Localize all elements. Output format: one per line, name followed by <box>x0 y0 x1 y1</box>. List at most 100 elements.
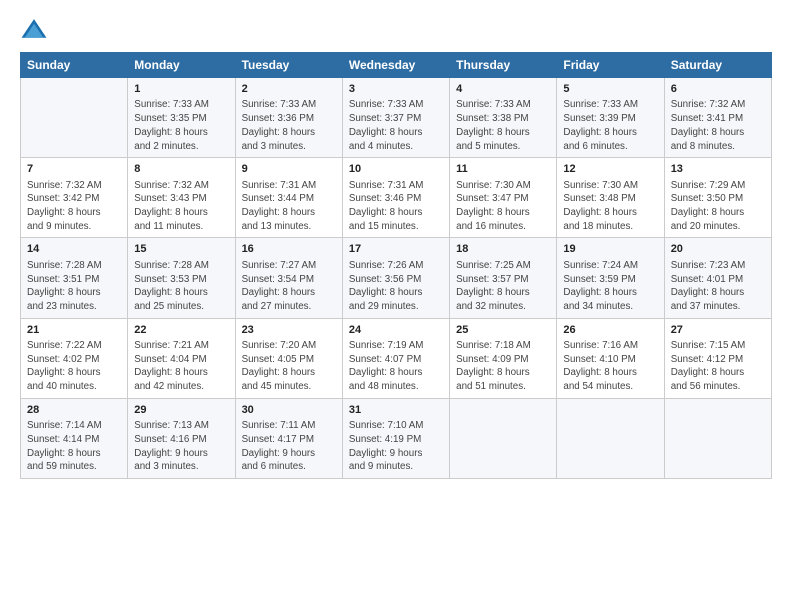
col-header-sunday: Sunday <box>21 53 128 78</box>
day-number: 27 <box>671 323 765 338</box>
calendar-cell: 20Sunrise: 7:23 AMSunset: 4:01 PMDayligh… <box>664 238 771 318</box>
calendar-header: SundayMondayTuesdayWednesdayThursdayFrid… <box>21 53 772 78</box>
logo-icon <box>20 16 48 44</box>
day-number: 13 <box>671 162 765 177</box>
day-info: Sunrise: 7:25 AMSunset: 3:57 PMDaylight:… <box>456 259 550 314</box>
col-header-tuesday: Tuesday <box>235 53 342 78</box>
day-number: 22 <box>134 323 228 338</box>
col-header-monday: Monday <box>128 53 235 78</box>
calendar-cell: 10 Sunrise: 7:31 AMSunset: 3:46 PMDayligh… <box>342 158 449 238</box>
day-number: 30 <box>242 403 336 418</box>
day-number: 11 <box>456 162 550 177</box>
day-number: 2 <box>242 82 336 97</box>
day-info: Sunrise: 7:32 AMSunset: 3:41 PMDaylight:… <box>671 98 765 153</box>
day-info: Sunrise: 7:22 AMSunset: 4:02 PMDaylight:… <box>27 339 121 394</box>
day-info: Sunrise: 7:30 AMSunset: 3:48 PMDaylight:… <box>563 179 657 234</box>
day-info: Sunrise: 7:11 AMSunset: 4:17 PMDaylight:… <box>242 419 336 474</box>
calendar-cell: 6Sunrise: 7:32 AMSunset: 3:41 PMDaylight… <box>664 78 771 158</box>
day-number: 7 <box>27 162 121 177</box>
day-info: Sunrise: 7:33 AMSunset: 3:37 PMDaylight:… <box>349 98 443 153</box>
calendar-cell: 22Sunrise: 7:21 AMSunset: 4:04 PMDayligh… <box>128 318 235 398</box>
day-info: Sunrise: 7:21 AMSunset: 4:04 PMDaylight:… <box>134 339 228 394</box>
day-number: 23 <box>242 323 336 338</box>
col-header-wednesday: Wednesday <box>342 53 449 78</box>
day-info: Sunrise: 7:28 AMSunset: 3:51 PMDaylight:… <box>27 259 121 314</box>
page: SundayMondayTuesdayWednesdayThursdayFrid… <box>0 0 792 612</box>
calendar-cell: 7 Sunrise: 7:32 AMSunset: 3:42 PMDaylight… <box>21 158 128 238</box>
day-number: 28 <box>27 403 121 418</box>
day-number: 16 <box>242 242 336 257</box>
calendar-cell: 4Sunrise: 7:33 AMSunset: 3:38 PMDaylight… <box>450 78 557 158</box>
day-number: 10 <box>349 162 443 177</box>
day-info: Sunrise: 7:15 AMSunset: 4:12 PMDaylight:… <box>671 339 765 394</box>
calendar-cell: 25Sunrise: 7:18 AMSunset: 4:09 PMDayligh… <box>450 318 557 398</box>
day-info: Sunrise: 7:33 AMSunset: 3:36 PMDaylight:… <box>242 98 336 153</box>
day-number: 6 <box>671 82 765 97</box>
day-number: 25 <box>456 323 550 338</box>
calendar-cell: 13 Sunrise: 7:29 AMSunset: 3:50 PMDayligh… <box>664 158 771 238</box>
day-info: Sunrise: 7:32 AMSunset: 3:42 PMDaylight:… <box>27 179 121 234</box>
day-info: Sunrise: 7:31 AMSunset: 3:46 PMDaylight:… <box>349 179 443 234</box>
calendar-cell: 15 Sunrise: 7:28 AMSunset: 3:53 PMDayligh… <box>128 238 235 318</box>
day-info: Sunrise: 7:13 AMSunset: 4:16 PMDaylight:… <box>134 419 228 474</box>
day-info: Sunrise: 7:20 AMSunset: 4:05 PMDaylight:… <box>242 339 336 394</box>
day-info: Sunrise: 7:10 AMSunset: 4:19 PMDaylight:… <box>349 419 443 474</box>
day-number: 8 <box>134 162 228 177</box>
calendar-cell: 27Sunrise: 7:15 AMSunset: 4:12 PMDayligh… <box>664 318 771 398</box>
day-info: Sunrise: 7:29 AMSunset: 3:50 PMDaylight:… <box>671 179 765 234</box>
calendar-table: SundayMondayTuesdayWednesdayThursdayFrid… <box>20 52 772 479</box>
calendar-cell <box>664 398 771 478</box>
calendar-cell: 5Sunrise: 7:33 AMSunset: 3:39 PMDaylight… <box>557 78 664 158</box>
day-info: Sunrise: 7:33 AMSunset: 3:39 PMDaylight:… <box>563 98 657 153</box>
calendar-cell: 19 Sunrise: 7:24 AMSunset: 3:59 PMDayligh… <box>557 238 664 318</box>
day-info: Sunrise: 7:33 AMSunset: 3:35 PMDaylight:… <box>134 98 228 153</box>
day-number: 20 <box>671 242 765 257</box>
calendar-cell: 8 Sunrise: 7:32 AMSunset: 3:43 PMDaylight… <box>128 158 235 238</box>
day-number: 29 <box>134 403 228 418</box>
day-number: 19 <box>563 242 657 257</box>
calendar-cell: 16 Sunrise: 7:27 AMSunset: 3:54 PMDayligh… <box>235 238 342 318</box>
day-number: 4 <box>456 82 550 97</box>
calendar-week-5: 28Sunrise: 7:14 AMSunset: 4:14 PMDayligh… <box>21 398 772 478</box>
calendar-cell: 23Sunrise: 7:20 AMSunset: 4:05 PMDayligh… <box>235 318 342 398</box>
day-number: 17 <box>349 242 443 257</box>
day-info: Sunrise: 7:27 AMSunset: 3:54 PMDaylight:… <box>242 259 336 314</box>
day-info: Sunrise: 7:30 AMSunset: 3:47 PMDaylight:… <box>456 179 550 234</box>
calendar-cell <box>21 78 128 158</box>
calendar-cell: 18 Sunrise: 7:25 AMSunset: 3:57 PMDayligh… <box>450 238 557 318</box>
calendar-cell: 12Sunrise: 7:30 AMSunset: 3:48 PMDayligh… <box>557 158 664 238</box>
col-header-saturday: Saturday <box>664 53 771 78</box>
calendar-cell: 14Sunrise: 7:28 AMSunset: 3:51 PMDayligh… <box>21 238 128 318</box>
day-number: 9 <box>242 162 336 177</box>
day-number: 3 <box>349 82 443 97</box>
calendar-week-3: 14Sunrise: 7:28 AMSunset: 3:51 PMDayligh… <box>21 238 772 318</box>
calendar-cell <box>557 398 664 478</box>
day-number: 26 <box>563 323 657 338</box>
logo <box>20 16 52 44</box>
calendar-week-2: 7 Sunrise: 7:32 AMSunset: 3:42 PMDaylight… <box>21 158 772 238</box>
day-info: Sunrise: 7:26 AMSunset: 3:56 PMDaylight:… <box>349 259 443 314</box>
calendar-cell: 1Sunrise: 7:33 AMSunset: 3:35 PMDaylight… <box>128 78 235 158</box>
calendar-cell: 21Sunrise: 7:22 AMSunset: 4:02 PMDayligh… <box>21 318 128 398</box>
calendar-cell: 11 Sunrise: 7:30 AMSunset: 3:47 PMDayligh… <box>450 158 557 238</box>
day-info: Sunrise: 7:31 AMSunset: 3:44 PMDaylight:… <box>242 179 336 234</box>
calendar-cell: 2Sunrise: 7:33 AMSunset: 3:36 PMDaylight… <box>235 78 342 158</box>
day-number: 18 <box>456 242 550 257</box>
day-number: 21 <box>27 323 121 338</box>
calendar-cell: 30Sunrise: 7:11 AMSunset: 4:17 PMDayligh… <box>235 398 342 478</box>
day-info: Sunrise: 7:28 AMSunset: 3:53 PMDaylight:… <box>134 259 228 314</box>
calendar-cell: 31Sunrise: 7:10 AMSunset: 4:19 PMDayligh… <box>342 398 449 478</box>
day-number: 24 <box>349 323 443 338</box>
calendar-cell: 28Sunrise: 7:14 AMSunset: 4:14 PMDayligh… <box>21 398 128 478</box>
day-number: 5 <box>563 82 657 97</box>
header <box>20 16 772 44</box>
day-info: Sunrise: 7:33 AMSunset: 3:38 PMDaylight:… <box>456 98 550 153</box>
col-header-thursday: Thursday <box>450 53 557 78</box>
calendar-cell: 3Sunrise: 7:33 AMSunset: 3:37 PMDaylight… <box>342 78 449 158</box>
day-number: 15 <box>134 242 228 257</box>
calendar-cell: 17 Sunrise: 7:26 AMSunset: 3:56 PMDayligh… <box>342 238 449 318</box>
day-info: Sunrise: 7:24 AMSunset: 3:59 PMDaylight:… <box>563 259 657 314</box>
day-info: Sunrise: 7:16 AMSunset: 4:10 PMDaylight:… <box>563 339 657 394</box>
calendar-cell: 26Sunrise: 7:16 AMSunset: 4:10 PMDayligh… <box>557 318 664 398</box>
day-info: Sunrise: 7:32 AMSunset: 3:43 PMDaylight:… <box>134 179 228 234</box>
